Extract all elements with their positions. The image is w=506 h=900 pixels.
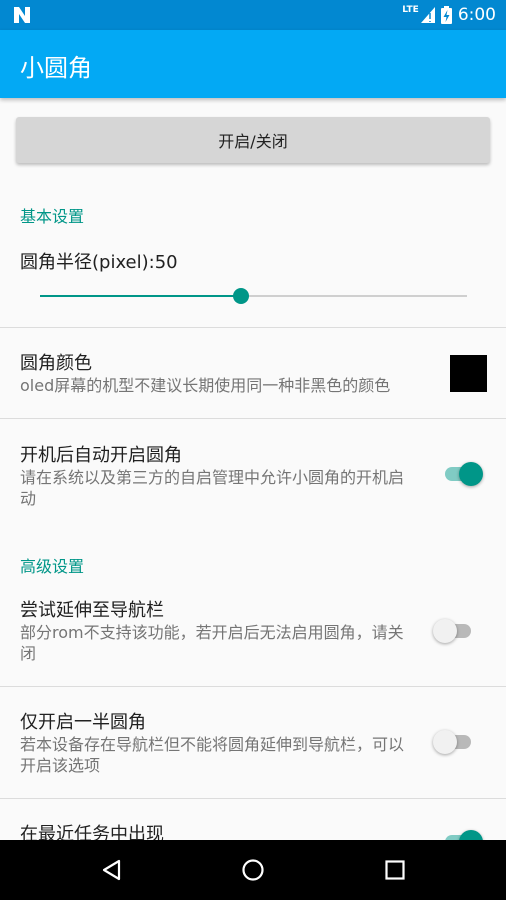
radius-slider-fill <box>40 295 241 297</box>
back-triangle-icon[interactable] <box>100 858 124 882</box>
pref-summary: oled屏幕的机型不建议长期使用同一种非黑色的颜色 <box>20 376 391 395</box>
clock: 6:00 <box>457 5 496 25</box>
settings-list[interactable]: 开启/关闭 基本设置 圆角半径(pixel):50 圆角颜色 oled屏幕的机型… <box>0 98 506 840</box>
divider <box>0 798 506 799</box>
battery-charging-icon <box>440 6 452 24</box>
toggle-on-off-button[interactable]: 开启/关闭 <box>16 117 490 163</box>
color-swatch[interactable] <box>450 355 487 392</box>
app-title: 小圆角 <box>20 54 92 82</box>
radius-label: 圆角半径(pixel):50 <box>20 252 178 273</box>
pref-summary: 若本设备存在导航栏但不能将圆角延伸到导航栏，可以开启该选项 <box>20 735 405 775</box>
app-bar: 小圆角 <box>0 30 506 98</box>
divider <box>0 686 506 687</box>
pref-title: 在最近任务中出现 <box>20 824 164 840</box>
category-advanced-settings: 高级设置 <box>20 557 85 576</box>
radius-slider-thumb[interactable] <box>232 288 249 304</box>
signal-icon <box>420 7 435 23</box>
network-type: LTE <box>402 5 419 15</box>
pref-title: 开机后自动开启圆角 <box>20 445 182 466</box>
pref-summary: 部分rom不支持该功能，若开启后无法启用圆角，请关闭 <box>20 623 404 663</box>
radius-slider[interactable] <box>40 288 467 304</box>
category-basic-settings: 基本设置 <box>20 207 85 226</box>
navigation-bar <box>0 840 506 900</box>
divider <box>0 327 506 328</box>
recents-square-icon[interactable] <box>383 858 407 882</box>
pref-title: 尝试延伸至导航栏 <box>20 600 164 621</box>
pref-title: 圆角颜色 <box>20 353 92 374</box>
autostart-switch[interactable] <box>443 460 483 488</box>
pref-summary: 请在系统以及第三方的自启管理中允许小圆角的开机启动 <box>20 468 405 508</box>
half-corners-switch[interactable] <box>433 728 473 756</box>
status-bar: LTE 6:00 <box>0 0 506 30</box>
home-circle-icon[interactable] <box>241 858 265 882</box>
extend-nav-switch[interactable] <box>433 617 473 645</box>
android-n-icon <box>14 7 30 23</box>
divider <box>0 418 506 419</box>
pref-title: 仅开启一半圆角 <box>20 712 146 733</box>
recents-switch[interactable] <box>443 828 483 840</box>
